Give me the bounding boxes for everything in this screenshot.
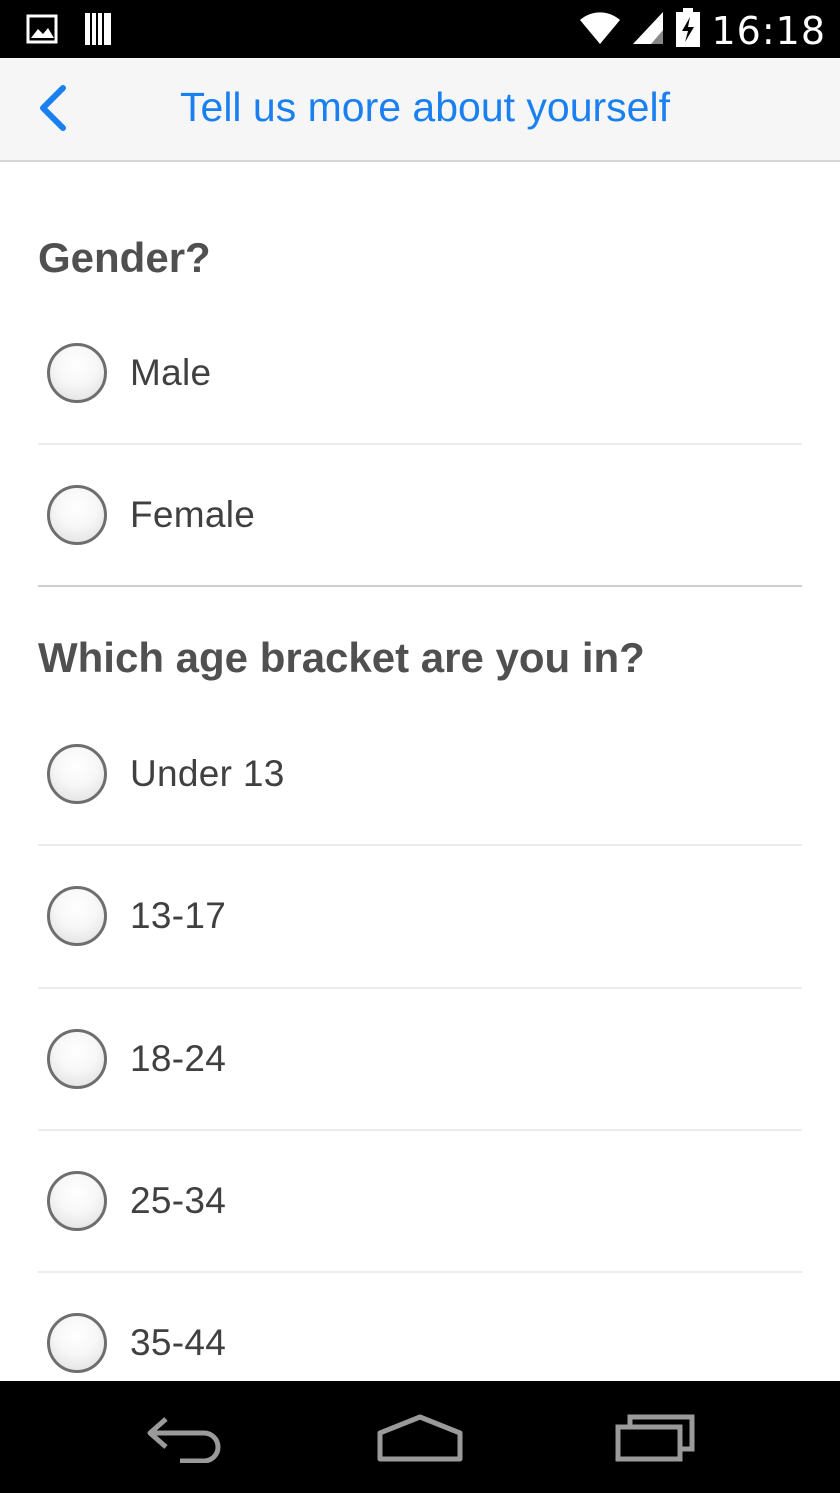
wifi-icon bbox=[579, 10, 621, 51]
storage-icon bbox=[84, 12, 112, 51]
battery-charging-icon bbox=[675, 8, 701, 53]
option-under-13[interactable]: Under 13 bbox=[38, 703, 802, 845]
option-label: Female bbox=[130, 494, 256, 535]
radio-button[interactable] bbox=[47, 1313, 107, 1373]
section-divider bbox=[38, 585, 802, 587]
option-label: 35-44 bbox=[130, 1322, 227, 1363]
option-male[interactable]: Male bbox=[38, 302, 802, 444]
option-label: Under 13 bbox=[130, 753, 285, 794]
back-icon[interactable] bbox=[144, 1411, 228, 1468]
age-question: Which age bracket are you in? bbox=[38, 634, 645, 681]
status-bar: 16:18 bbox=[0, 0, 840, 58]
clock: 16:18 bbox=[711, 8, 826, 53]
image-icon bbox=[26, 14, 58, 49]
option-female[interactable]: Female bbox=[38, 444, 802, 586]
option-35-44[interactable]: 35-44 bbox=[38, 1272, 802, 1381]
option-25-34[interactable]: 25-34 bbox=[38, 1130, 802, 1272]
radio-button[interactable] bbox=[47, 485, 107, 545]
radio-button[interactable] bbox=[47, 744, 107, 804]
option-18-24[interactable]: 18-24 bbox=[38, 988, 802, 1130]
gender-question: Gender? bbox=[38, 234, 211, 281]
page-title: Tell us more about yourself bbox=[180, 84, 670, 130]
radio-button[interactable] bbox=[47, 886, 107, 946]
option-label: Male bbox=[130, 352, 212, 393]
app-bar: Tell us more about yourself bbox=[0, 58, 840, 162]
signal-icon bbox=[631, 10, 665, 51]
survey-form: Gender? Male Female Which age bracket ar… bbox=[0, 162, 840, 1381]
navigation-bar bbox=[0, 1381, 840, 1493]
option-label: 25-34 bbox=[130, 1180, 227, 1221]
radio-button[interactable] bbox=[47, 1029, 107, 1089]
option-13-17[interactable]: 13-17 bbox=[38, 845, 802, 987]
option-label: 13-17 bbox=[130, 895, 227, 936]
recent-apps-icon[interactable] bbox=[614, 1411, 698, 1468]
option-label: 18-24 bbox=[130, 1038, 227, 1079]
radio-button[interactable] bbox=[47, 1171, 107, 1231]
home-icon[interactable] bbox=[376, 1411, 464, 1468]
radio-button[interactable] bbox=[47, 343, 107, 403]
